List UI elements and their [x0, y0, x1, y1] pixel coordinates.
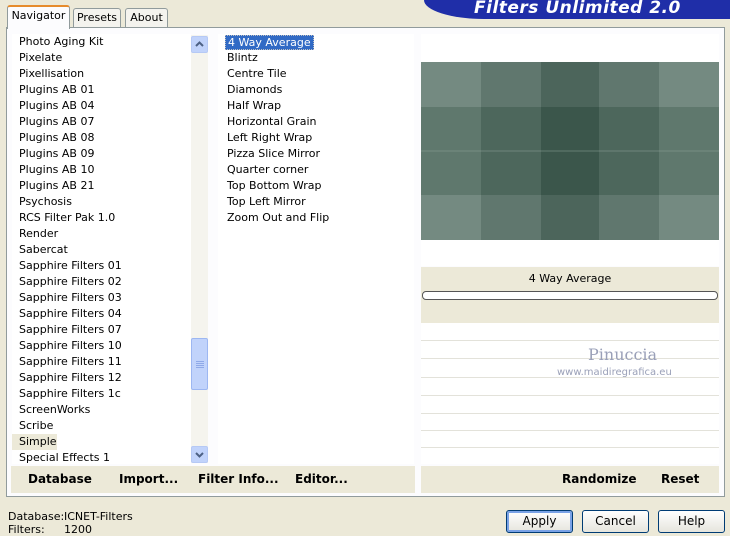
category-list-item[interactable]: Simple	[12, 434, 57, 450]
preview-frame	[421, 34, 719, 266]
category-list-item[interactable]: Sapphire Filters 1c	[12, 386, 121, 402]
category-list-item[interactable]: Special Effects 1	[12, 450, 110, 464]
filter-list-item[interactable]: Half Wrap	[218, 98, 281, 114]
filter-list-item[interactable]: Diamonds	[218, 82, 282, 98]
navigator-toolbar: Database Import... Filter Info... Editor…	[11, 466, 415, 493]
category-list-item[interactable]: Plugins AB 08	[12, 130, 94, 146]
category-list-item[interactable]: Sapphire Filters 02	[12, 274, 122, 290]
category-list-item[interactable]: Sapphire Filters 11	[12, 354, 122, 370]
category-list-item[interactable]: Scribe	[12, 418, 53, 434]
tab-navigator[interactable]: Navigator	[7, 5, 70, 29]
selected-filter-name: 4 Way Average	[528, 272, 612, 285]
filter-list-item[interactable]: Blintz	[218, 50, 258, 66]
category-list-item[interactable]: Plugins AB 21	[12, 178, 94, 194]
randomize-button[interactable]: Randomize	[562, 472, 636, 486]
filters-status-value: 1200	[64, 523, 92, 536]
category-list-item[interactable]: Psychosis	[12, 194, 72, 210]
preview-info-area: 4 Way Average	[421, 267, 719, 323]
category-list-item[interactable]: Render	[12, 226, 58, 242]
filter-info-button[interactable]: Filter Info...	[198, 472, 279, 486]
app-title: Filters Unlimited 2.0	[474, 0, 681, 18]
category-list-item[interactable]: Sabercat	[12, 242, 68, 258]
watermark-site: www.maidiregrafica.eu	[557, 367, 672, 378]
app-title-banner: Filters Unlimited 2.0	[424, 0, 730, 19]
editor-button[interactable]: Editor...	[295, 472, 348, 486]
preview-toolbar: Randomize Reset	[421, 466, 719, 493]
help-button[interactable]: Help	[658, 510, 725, 533]
parameters-area	[421, 323, 719, 464]
apply-button[interactable]: Apply	[506, 510, 573, 533]
category-list-item[interactable]: Sapphire Filters 01	[12, 258, 122, 274]
category-list-item[interactable]: Sapphire Filters 10	[12, 338, 122, 354]
scroll-down-button[interactable]	[191, 446, 208, 463]
category-list-item[interactable]: Plugins AB 01	[12, 82, 94, 98]
filter-list-item[interactable]: Left Right Wrap	[218, 130, 312, 146]
database-status-value: ICNET-Filters	[64, 510, 133, 523]
filter-list-item[interactable]: Zoom Out and Flip	[218, 210, 329, 226]
import-button[interactable]: Import...	[119, 472, 178, 486]
progress-bar	[422, 291, 718, 300]
category-list[interactable]: Photo Aging Kit Pixelate Pixellisation Plug…	[12, 34, 191, 464]
category-list-item[interactable]: Plugins AB 10	[12, 162, 94, 178]
filter-list-item[interactable]: Pizza Slice Mirror	[218, 146, 320, 162]
watermark-name: Pinuccia	[588, 345, 658, 364]
filters-status-label: Filters:	[8, 523, 45, 536]
category-list-item[interactable]: Sapphire Filters 12	[12, 370, 122, 386]
category-list-item[interactable]: Pixellisation	[12, 66, 84, 82]
filter-list-item[interactable]: Horizontal Grain	[218, 114, 316, 130]
tab-presets[interactable]: Presets	[73, 8, 121, 27]
chevron-down-icon	[195, 452, 204, 458]
category-list-item[interactable]: Sapphire Filters 04	[12, 306, 122, 322]
category-list-item[interactable]: Sapphire Filters 03	[12, 290, 122, 306]
tab-about[interactable]: About	[125, 8, 168, 27]
filter-list-item[interactable]: Quarter corner	[218, 162, 308, 178]
category-list-item[interactable]: Plugins AB 07	[12, 114, 94, 130]
cancel-button[interactable]: Cancel	[582, 510, 649, 533]
filter-list-item[interactable]: Centre Tile	[218, 66, 287, 82]
category-list-item[interactable]: Pixelate	[12, 50, 62, 66]
scroll-up-button[interactable]	[191, 36, 208, 53]
preview-image	[421, 62, 719, 240]
category-list-item[interactable]: Plugins AB 09	[12, 146, 94, 162]
category-scrollbar[interactable]	[191, 35, 208, 463]
database-status-label: Database:	[8, 510, 65, 523]
filter-list-item[interactable]: Top Bottom Wrap	[218, 178, 322, 194]
category-list-item[interactable]: ScreenWorks	[12, 402, 90, 418]
filter-list-item[interactable]: 4 Way Average	[225, 35, 314, 50]
filter-list-item[interactable]: Top Left Mirror	[218, 194, 306, 210]
category-list-item[interactable]: RCS Filter Pak 1.0	[12, 210, 115, 226]
reset-button[interactable]: Reset	[661, 472, 699, 486]
category-list-item[interactable]: Photo Aging Kit	[12, 34, 103, 50]
category-list-item[interactable]: Sapphire Filters 07	[12, 322, 122, 338]
filter-list[interactable]: 4 Way Average Blintz Centre Tile Diamonds Ha…	[218, 34, 414, 464]
database-button[interactable]: Database	[28, 472, 92, 486]
chevron-up-icon	[195, 41, 204, 47]
scroll-thumb[interactable]	[191, 338, 208, 390]
category-list-item[interactable]: Plugins AB 04	[12, 98, 94, 114]
